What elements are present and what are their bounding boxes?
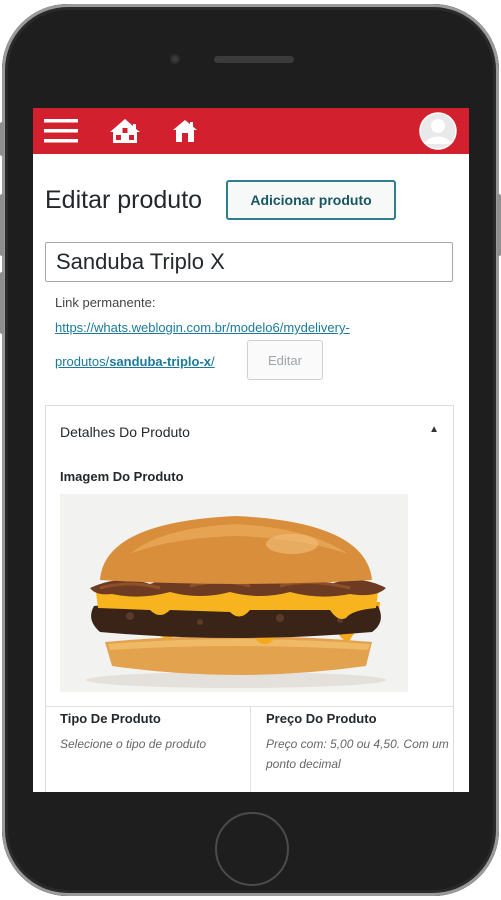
column-divider: [250, 706, 251, 792]
power-button: [497, 194, 501, 256]
home-icon[interactable]: [169, 108, 201, 154]
edit-permalink-button[interactable]: Editar: [247, 340, 323, 380]
homes-icon[interactable]: [105, 108, 145, 154]
title-row: Editar produto Adicionar produto: [45, 180, 465, 222]
permalink-link-line1[interactable]: https://whats.weblogin.com.br/modelo6/my…: [55, 320, 350, 335]
product-details-panel: Detalhes Do Produto ▲ Imagem Do Produto: [45, 405, 454, 792]
front-camera: [170, 54, 180, 64]
product-price-title: Preço Do Produto: [266, 711, 377, 726]
product-type-field: Tipo De Produto Selecione o tipo de prod…: [60, 711, 250, 754]
mute-switch: [0, 122, 4, 156]
product-type-description: Selecione o tipo de produto: [60, 737, 207, 751]
user-avatar[interactable]: [417, 108, 459, 154]
volume-down-button: [0, 272, 4, 334]
product-type-title: Tipo De Produto: [60, 711, 161, 726]
panel-heading[interactable]: Detalhes Do Produto: [60, 424, 190, 440]
permalink-slug: sanduba-triplo-x: [109, 354, 212, 369]
page-title: Editar produto: [45, 186, 203, 214]
phone-screen: Editar produto Adicionar produto Sanduba…: [33, 108, 469, 792]
image-label: Imagem Do Produto: [60, 469, 184, 484]
product-price-description: Preço com: 5,00 ou 4,50. Com um ponto de…: [266, 737, 449, 771]
home-button[interactable]: [215, 812, 289, 886]
earpiece-speaker: [214, 56, 294, 63]
product-image[interactable]: [60, 494, 408, 692]
collapse-arrow-icon[interactable]: ▲: [429, 424, 439, 435]
admin-top-bar: [33, 108, 469, 154]
volume-up-button: [0, 194, 4, 256]
permalink-suffix: /: [211, 354, 215, 369]
menu-icon[interactable]: [43, 108, 79, 154]
permalink-link-line2[interactable]: produtos/sanduba-triplo-x/: [55, 354, 215, 369]
permalink-label: Link permanente:: [55, 295, 156, 310]
permalink-prefix: produtos/: [55, 354, 110, 369]
product-price-field: Preço Do Produto Preço com: 5,00 ou 4,50…: [266, 711, 456, 774]
add-product-button[interactable]: Adicionar produto: [226, 180, 396, 220]
product-name-input[interactable]: Sanduba Triplo X: [45, 242, 453, 282]
